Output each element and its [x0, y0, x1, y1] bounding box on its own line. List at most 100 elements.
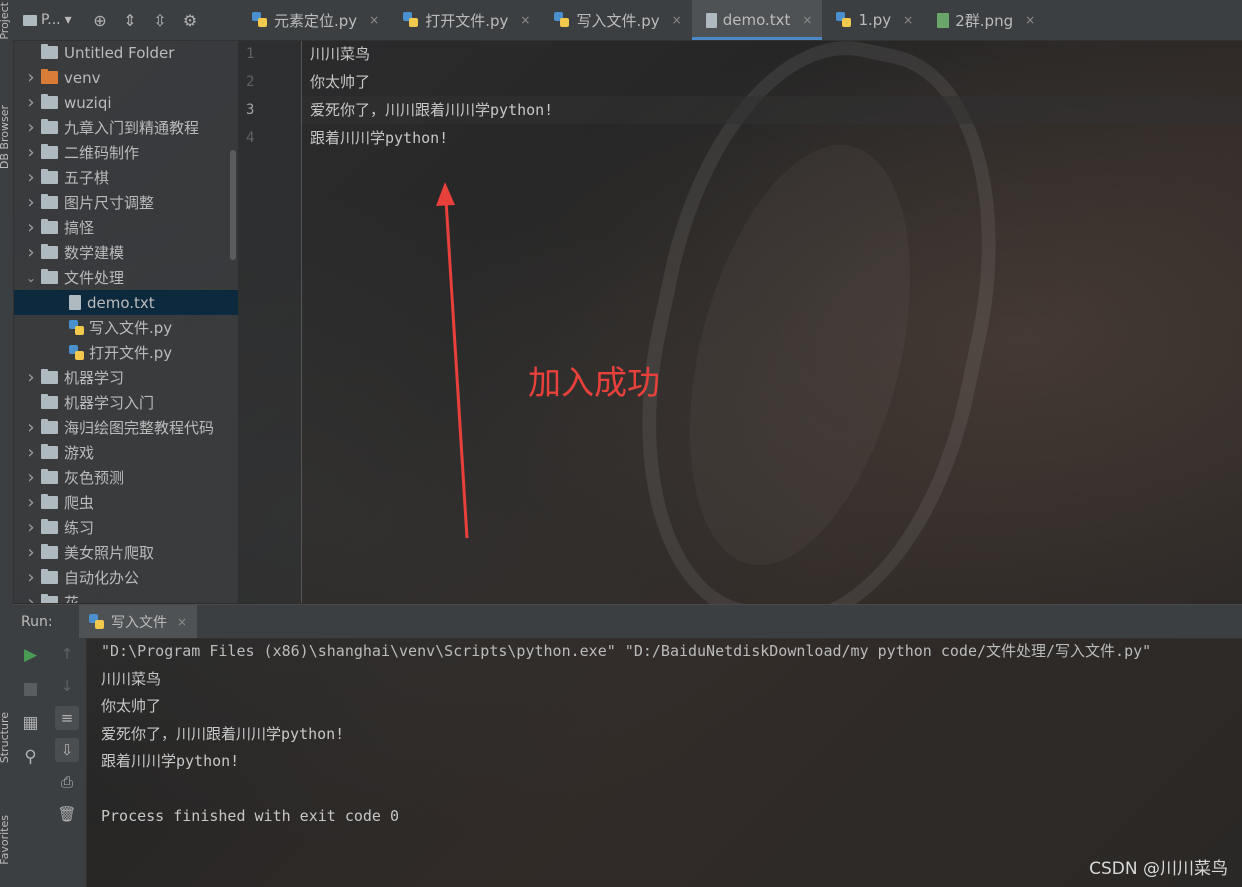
project-view-selector[interactable]: P... ▾: [13, 12, 85, 28]
watermark: CSDN @川川菜鸟: [1089, 859, 1228, 879]
tree-item[interactable]: › 搞怪: [13, 215, 238, 240]
tree-item-label: 五子棋: [64, 169, 110, 187]
tree-item[interactable]: › 美女照片爬取: [13, 540, 238, 565]
chevron-right-icon[interactable]: ›: [21, 217, 41, 238]
tree-item[interactable]: › 海归绘图完整教程代码: [13, 415, 238, 440]
chevron-down-icon[interactable]: ⌄: [21, 271, 41, 285]
tree-item[interactable]: demo.txt: [13, 290, 238, 315]
tree-item-label: 文件处理: [64, 269, 125, 287]
chevron-right-icon[interactable]: ›: [21, 517, 41, 538]
tree-item[interactable]: Untitled Folder: [13, 40, 238, 65]
tree-scrollbar[interactable]: [230, 150, 236, 260]
tree-item[interactable]: 机器学习入门: [13, 390, 238, 415]
tree-item[interactable]: › 二维码制作: [13, 140, 238, 165]
tree-item[interactable]: › 灰色预测: [13, 465, 238, 490]
tree-item[interactable]: › 图片尺寸调整: [13, 190, 238, 215]
chevron-right-icon[interactable]: ›: [21, 442, 41, 463]
folder-icon: [23, 14, 37, 26]
structure-tool-button[interactable]: Structure: [0, 712, 11, 763]
tree-item[interactable]: › 花: [13, 590, 238, 603]
editor-tab[interactable]: 打开文件.py ×: [389, 0, 540, 40]
tree-item[interactable]: › 练习: [13, 515, 238, 540]
trash-icon[interactable]: 🗑: [48, 798, 86, 830]
chevron-right-icon[interactable]: ›: [21, 492, 41, 513]
chevron-right-icon[interactable]: ›: [21, 142, 41, 163]
folder-icon: [41, 169, 58, 184]
code-line[interactable]: 川川菜鸟: [302, 40, 1242, 68]
collapse-all-icon[interactable]: ⇳: [145, 0, 175, 40]
arrow-down-icon[interactable]: ↓: [48, 670, 86, 702]
editor-tab[interactable]: 1.py ×: [822, 0, 923, 40]
editor-tab-label: 写入文件.py: [576, 11, 660, 30]
tree-item[interactable]: 写入文件.py: [13, 315, 238, 340]
tree-item[interactable]: 打开文件.py: [13, 340, 238, 365]
tree-item[interactable]: › 五子棋: [13, 165, 238, 190]
tree-item[interactable]: › 爬虫: [13, 490, 238, 515]
rerun-icon[interactable]: ▶: [13, 638, 48, 672]
run-console[interactable]: "D:\Program Files (x86)\shanghai\venv\Sc…: [87, 638, 1242, 887]
scroll-to-end-icon[interactable]: ⇩: [48, 734, 86, 766]
chevron-right-icon[interactable]: ›: [21, 167, 41, 188]
tree-item[interactable]: › 数学建模: [13, 240, 238, 265]
chevron-right-icon[interactable]: ›: [21, 92, 41, 113]
close-icon[interactable]: ×: [1025, 13, 1035, 27]
folder-icon: [41, 544, 58, 559]
tree-item[interactable]: › 机器学习: [13, 365, 238, 390]
chevron-right-icon[interactable]: ›: [21, 367, 41, 388]
python-file-icon: [69, 344, 85, 361]
folder-icon: [41, 569, 58, 584]
chevron-right-icon[interactable]: ›: [21, 417, 41, 438]
code-line[interactable]: 爱死你了，川川跟着川川学python!: [302, 96, 1242, 124]
chevron-right-icon[interactable]: ›: [21, 192, 41, 213]
close-icon[interactable]: ×: [369, 13, 379, 27]
editor-tab[interactable]: 2群.png ×: [923, 0, 1045, 40]
project-tool-button[interactable]: Project: [0, 2, 11, 40]
chevron-right-icon[interactable]: ›: [21, 542, 41, 563]
stop-icon[interactable]: ■: [13, 672, 48, 706]
tree-item[interactable]: › wuziqi: [13, 90, 238, 115]
tree-item-label: 美女照片爬取: [64, 544, 155, 562]
chevron-right-icon[interactable]: ›: [21, 592, 41, 603]
close-icon[interactable]: ×: [802, 13, 812, 27]
db-browser-tool-button[interactable]: DB Browser: [0, 105, 11, 169]
code-line[interactable]: 你太帅了: [302, 68, 1242, 96]
close-icon[interactable]: ×: [672, 13, 682, 27]
chevron-right-icon[interactable]: ›: [21, 67, 41, 88]
code-line[interactable]: 跟着川川学python!: [302, 124, 1242, 152]
python-file-icon: [403, 12, 419, 28]
folder-icon: [41, 594, 58, 603]
editor-tab[interactable]: demo.txt ×: [691, 0, 823, 40]
run-tab[interactable]: 写入文件 ×: [79, 605, 198, 638]
tree-item[interactable]: › 自动化办公: [13, 565, 238, 590]
project-view-title: P...: [41, 12, 61, 28]
close-icon[interactable]: ×: [520, 13, 530, 27]
chevron-right-icon[interactable]: ›: [21, 467, 41, 488]
close-icon[interactable]: ×: [177, 615, 187, 629]
chevron-right-icon[interactable]: ›: [21, 242, 41, 263]
folder-icon: [41, 269, 58, 284]
layout-icon[interactable]: ▦: [13, 706, 48, 740]
arrow-up-icon[interactable]: ↑: [48, 638, 86, 670]
tree-item[interactable]: › 游戏: [13, 440, 238, 465]
tree-item-label: 打开文件.py: [89, 344, 173, 362]
pin-icon[interactable]: ⚲: [13, 740, 48, 774]
chevron-right-icon[interactable]: ›: [21, 567, 41, 588]
tree-item[interactable]: › venv: [13, 65, 238, 90]
editor-tab[interactable]: 写入文件.py ×: [540, 0, 691, 40]
chevron-right-icon[interactable]: ›: [21, 117, 41, 138]
editor-tab[interactable]: 元素定位.py ×: [238, 0, 389, 40]
python-file-icon: [252, 12, 268, 28]
tree-item[interactable]: › 九章入门到精通教程: [13, 115, 238, 140]
locate-file-icon[interactable]: ⊕: [85, 0, 115, 40]
favorites-tool-button[interactable]: Favorites: [0, 815, 11, 865]
image-file-icon: [937, 12, 950, 28]
run-label: Run:: [21, 613, 53, 630]
expand-all-icon[interactable]: ⇕: [115, 0, 145, 40]
python-file-icon: [69, 319, 85, 336]
editor-tab-label: 1.py: [858, 11, 892, 29]
tree-item[interactable]: ⌄ 文件处理: [13, 265, 238, 290]
gear-icon[interactable]: ⚙: [175, 0, 205, 40]
print-icon[interactable]: ⎙: [48, 766, 86, 798]
soft-wrap-icon[interactable]: ≡: [48, 702, 86, 734]
close-icon[interactable]: ×: [903, 13, 913, 27]
